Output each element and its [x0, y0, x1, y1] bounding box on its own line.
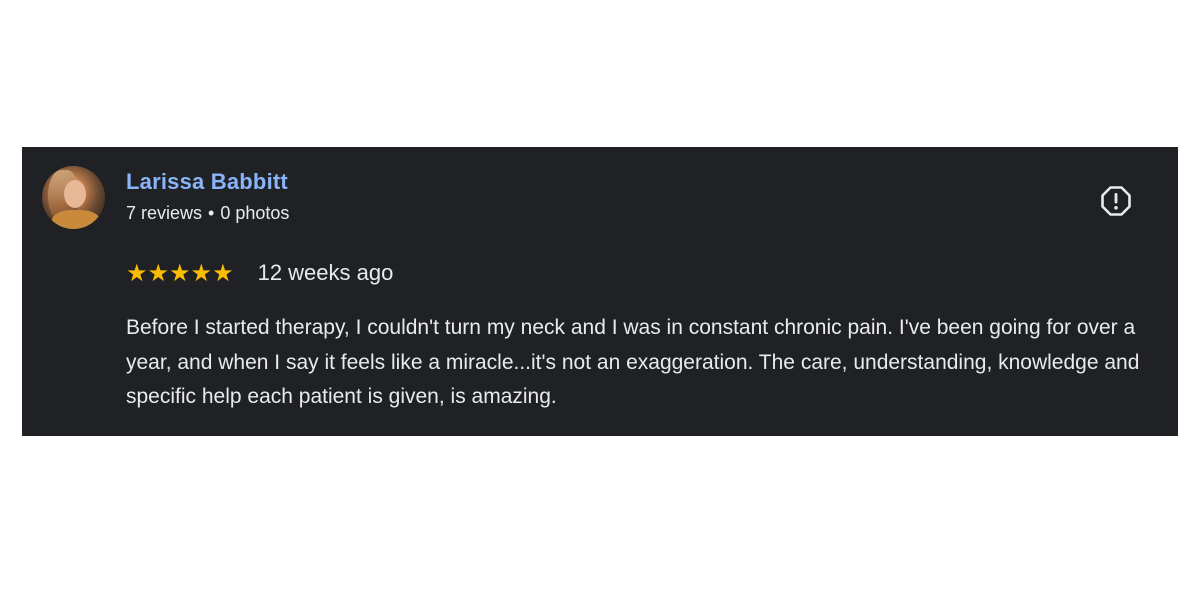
avatar[interactable] [42, 166, 105, 229]
reviewer-name[interactable]: Larissa Babbitt [126, 169, 288, 195]
rating-row: ★★★★★ 12 weeks ago [126, 259, 393, 287]
meta-separator: • [208, 203, 215, 223]
avatar-face [64, 180, 86, 208]
star-rating: ★★★★★ [126, 259, 234, 287]
photos-count: 0 photos [220, 203, 290, 223]
reviews-count: 7 reviews [126, 203, 203, 223]
review-text: Before I started therapy, I couldn't tur… [126, 316, 1140, 408]
review-card: Larissa Babbitt 7 reviews • 0 photos ★★★★★… [22, 147, 1178, 436]
report-flag-icon[interactable] [1100, 185, 1132, 217]
reviewer-meta: 7 reviews • 0 photos [126, 203, 289, 224]
review-date: 12 weeks ago [257, 260, 394, 285]
avatar-shirt [52, 210, 100, 229]
